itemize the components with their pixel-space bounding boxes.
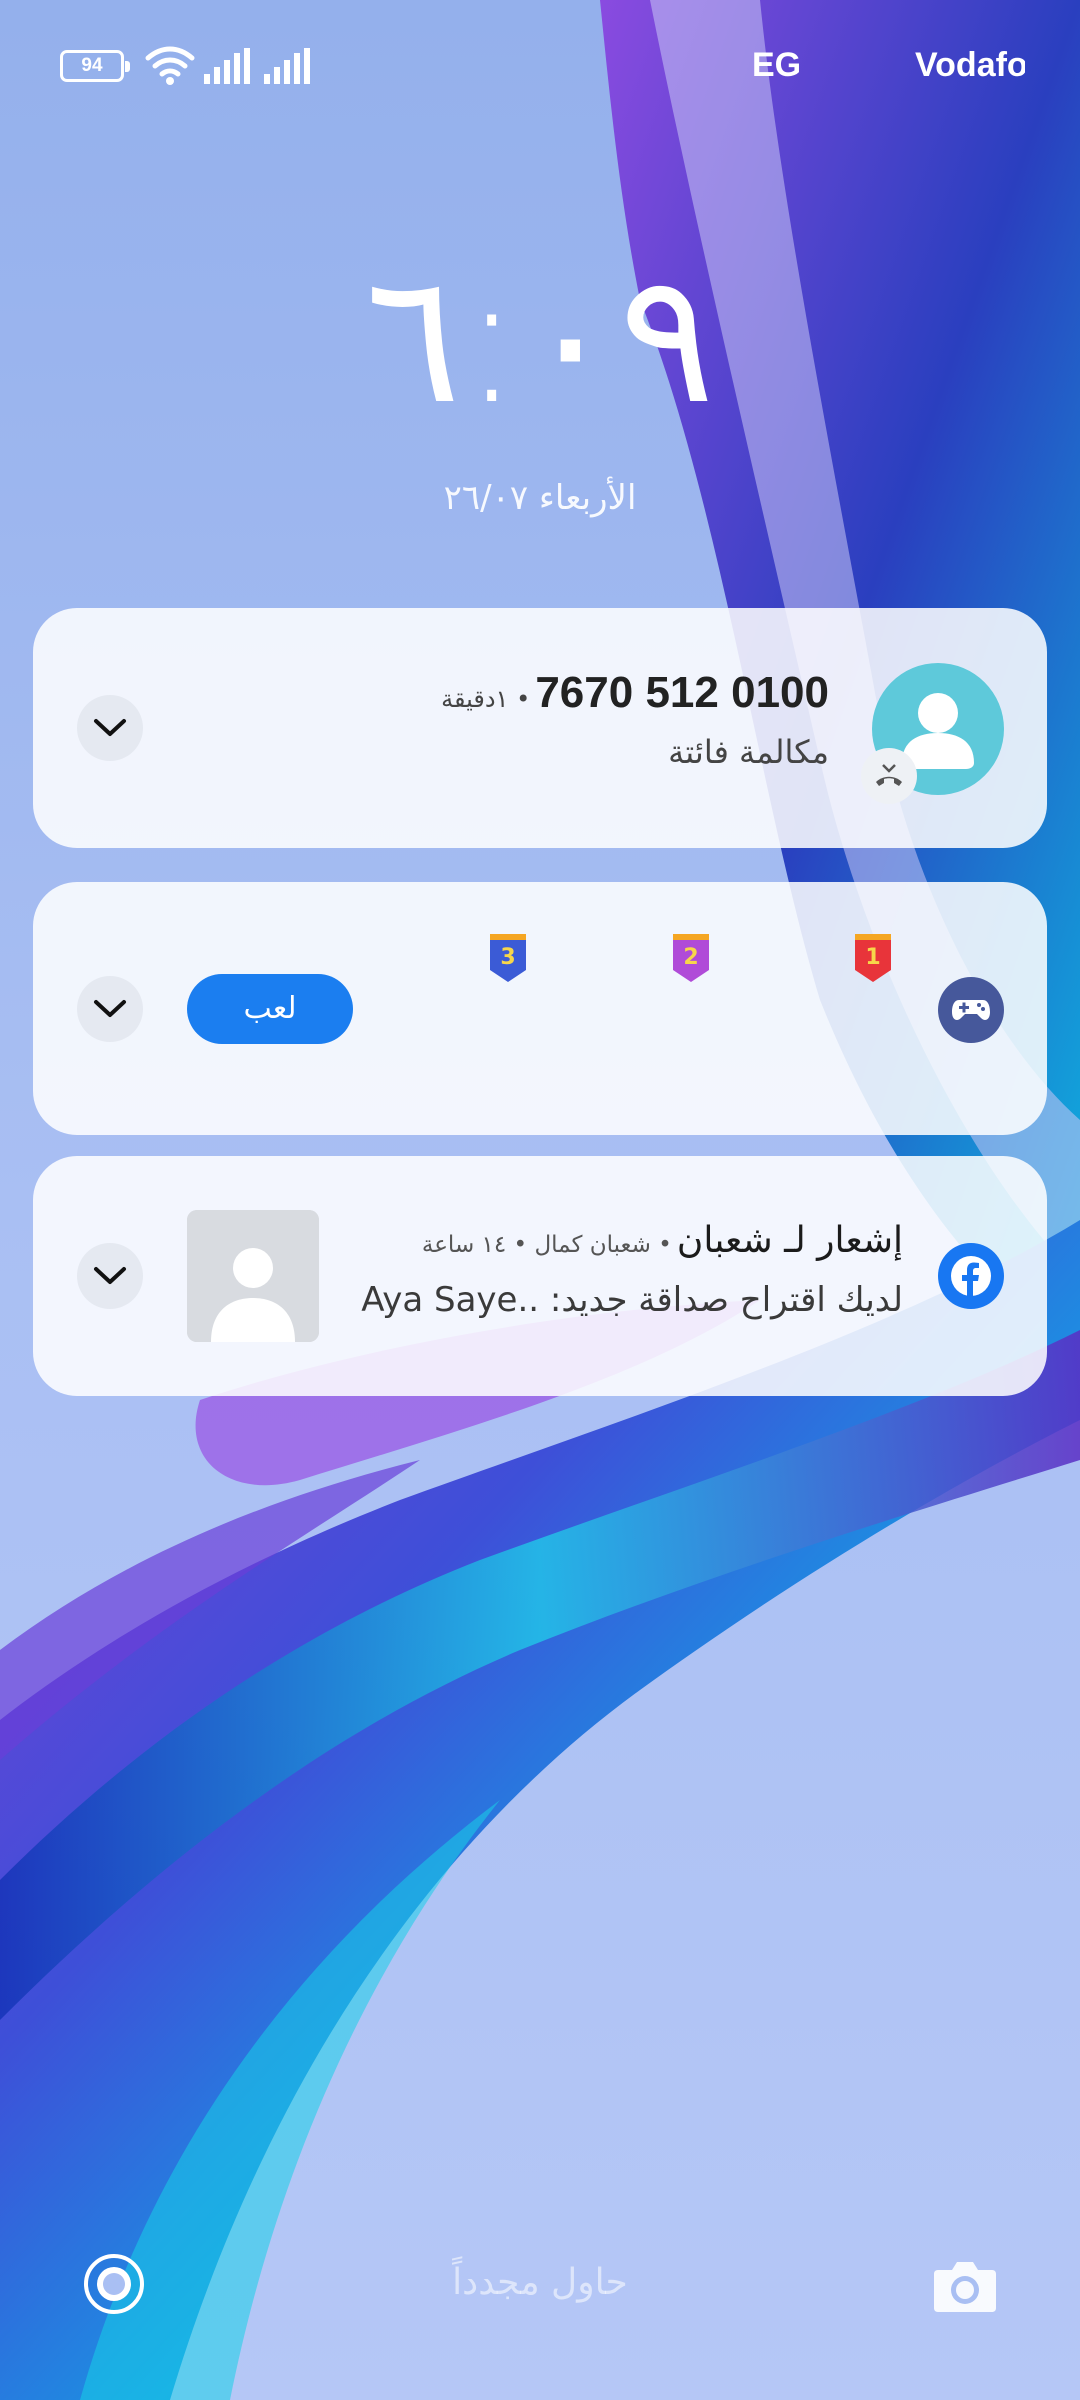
lockscreen-date: الأربعاء ٢٦/٠٧ <box>443 478 637 518</box>
expand-button[interactable] <box>77 695 143 761</box>
caller-number: 0100 512 7670 <box>535 668 829 717</box>
notification-title-row: إشعار لـ شعبان • شعبان كمال • ١٤ ساعة <box>422 1220 903 1261</box>
medal-rank-3-icon: 3 <box>490 934 526 982</box>
notification-time: • شعبان كمال • ١٤ ساعة <box>421 1232 672 1258</box>
notification-title: إشعار لـ شعبان <box>676 1220 903 1261</box>
notification-title-row: 0100 512 7670 • ١دقيقة <box>441 668 829 718</box>
carrier-label: EG <box>752 46 802 84</box>
wifi-icon <box>145 46 195 85</box>
svg-text:2: 2 <box>683 945 698 970</box>
signal-icon <box>264 48 310 84</box>
facebook-icon <box>938 1243 1004 1309</box>
battery-icon: 94 <box>60 50 130 82</box>
notification-missed-call[interactable]: 0100 512 7670 • ١دقيقة مكالمة فائتة <box>33 608 1047 848</box>
expand-button[interactable] <box>77 976 143 1042</box>
notification-game[interactable]: 1 2 3 لعب <box>33 882 1047 1135</box>
unlock-hint: حاول مجدداً <box>452 2262 628 2303</box>
status-bar: 94 EG Vodafo <box>0 0 1080 140</box>
svg-text:3: 3 <box>500 945 515 970</box>
notification-facebook[interactable]: إشعار لـ شعبان • شعبان كمال • ١٤ ساعة لد… <box>33 1156 1047 1396</box>
notification-body: مكالمة فائتة <box>668 733 829 771</box>
missed-call-icon <box>861 748 917 804</box>
profile-thumbnail <box>187 1210 319 1342</box>
medal-rank-1-icon: 1 <box>855 934 891 982</box>
svg-text:1: 1 <box>865 945 880 970</box>
lockscreen-clock: ٦:٠٩ <box>364 235 716 444</box>
signal-icon <box>204 48 250 84</box>
chevron-down-icon <box>94 719 126 736</box>
notification-time: • ١دقيقة <box>441 685 531 713</box>
notification-body: لديك اقتراح صداقة جديد: ..Aya Saye <box>361 1280 903 1320</box>
expand-button[interactable] <box>77 1243 143 1309</box>
medal-rank-2-icon: 2 <box>673 934 709 982</box>
chevron-down-icon <box>94 1000 126 1017</box>
camera-icon[interactable] <box>932 2258 998 2314</box>
carrier-label: Vodafo <box>915 46 1025 84</box>
chevron-down-icon <box>94 1267 126 1284</box>
play-button[interactable]: لعب <box>187 974 353 1044</box>
gamepad-icon <box>938 977 1004 1043</box>
